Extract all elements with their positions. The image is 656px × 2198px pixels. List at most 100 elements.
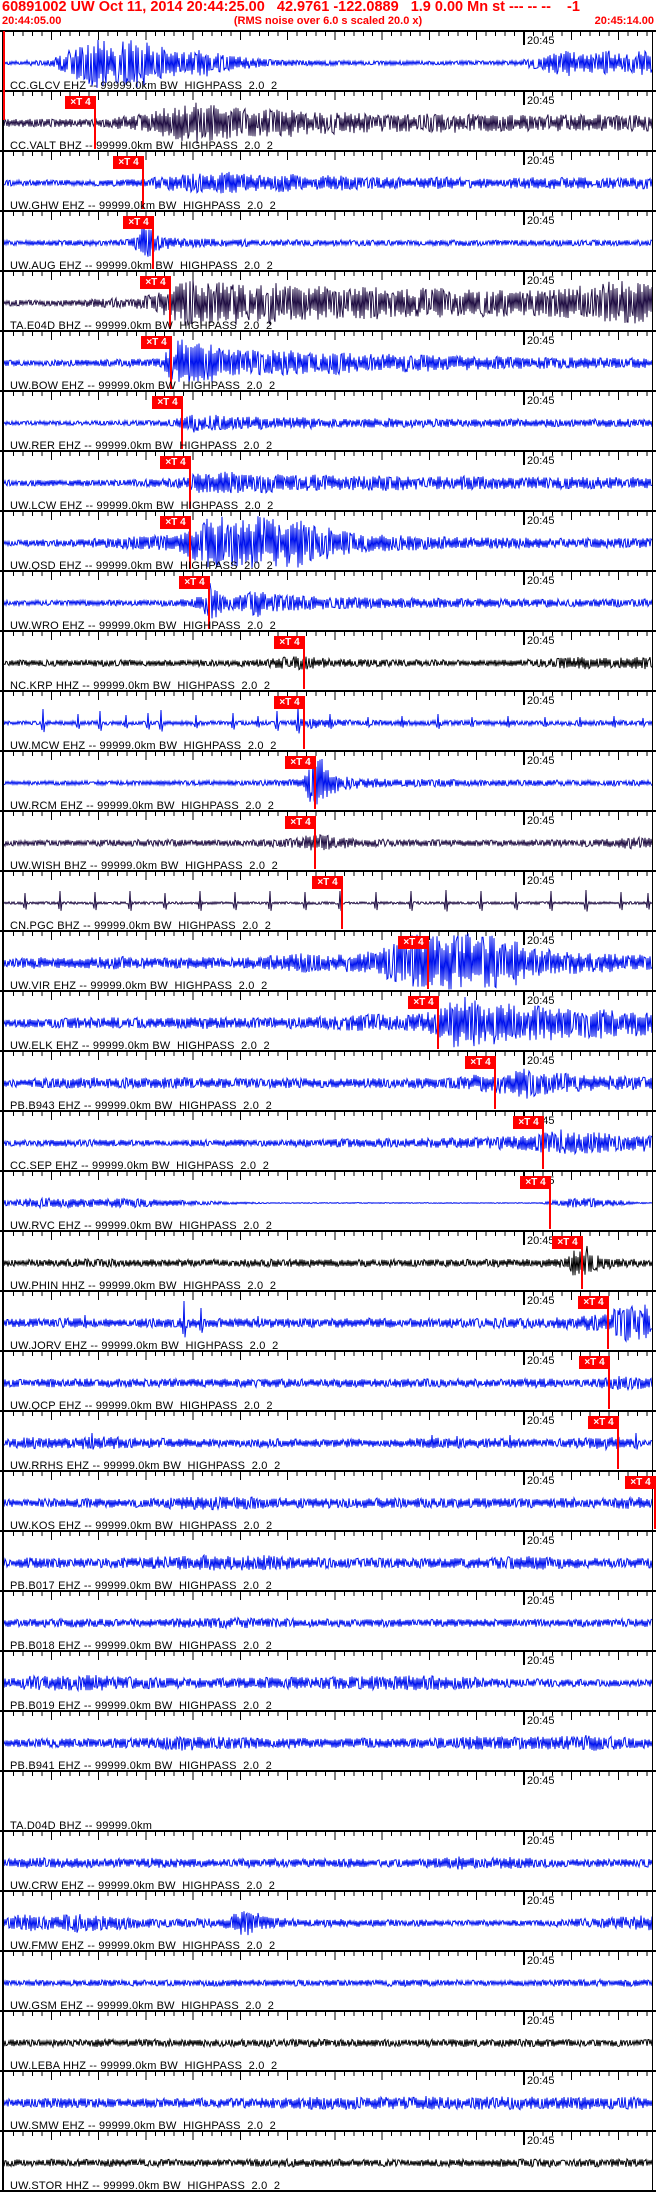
trace-row[interactable]: 20:45 PB.B017 EHZ -- 99999.0km BW HIGHPAS… (0, 1530, 656, 1592)
station-label: UW.STOR HHZ -- 99999.0km BW HIGHPASS 2.0… (10, 2180, 281, 2192)
phase-pick-flag[interactable]: ×T 4 (113, 156, 144, 169)
trace-row[interactable]: 20:45 ×T 4 NC.KRP HHZ -- 99999.0km BW HIGH… (0, 630, 656, 692)
station-label: UW.LCW EHZ -- 99999.0km BW HIGHPASS 2.0 … (10, 500, 274, 512)
trace-row[interactable]: 20:45 ×T 4 UW.WRO EHZ -- 99999.0km BW HIGH… (0, 570, 656, 632)
phase-pick-flag[interactable]: ×T 4 (513, 1116, 544, 1129)
trace-row[interactable]: 20:45 PB.B018 EHZ -- 99999.0km BW HIGHPAS… (0, 1590, 656, 1652)
waveform-line (3, 1735, 653, 1751)
phase-pick-flag[interactable]: ×T 4 (552, 1236, 583, 1249)
trace-row[interactable]: 20:45×T 4UW.RVC EHZ -- 99999.0km BW HIGH… (0, 1170, 656, 1232)
phase-pick-flag[interactable]: ×T 4 (179, 576, 210, 589)
waveform-line (3, 2037, 653, 2049)
phase-pick-flag[interactable]: ×T 4 (625, 1476, 656, 1489)
waveform-line (3, 1196, 653, 1210)
trace-row[interactable]: 20:45 TA.D04D BHZ -- 99999.0km (0, 1770, 656, 1832)
trace-row[interactable]: 20:45 ×T 4 UW.QSD EHZ -- 99999.0km BW HIGH… (0, 510, 656, 572)
trace-row[interactable]: 20:45×T 4CC.SEP EHZ -- 99999.0km BW HIGH… (0, 1110, 656, 1172)
origin-pick-line[interactable] (3, 31, 5, 120)
minute-label: 20:45 (527, 455, 555, 467)
trace-row[interactable]: 20:45 ×T 4 UW.GHW EHZ -- 99999.0km BW HIGH… (0, 150, 656, 212)
trace-row[interactable]: 20:45 ×T 4 UW.ELK EHZ -- 99999.0km BW HIGH… (0, 990, 656, 1052)
station-label: UW.GHW EHZ -- 99999.0km BW HIGHPASS 2.0 … (10, 200, 276, 212)
station-label: UW.FMW EHZ -- 99999.0km BW HIGHPASS 2.0 … (10, 1940, 276, 1952)
minute-label: 20:45 (527, 35, 555, 47)
phase-pick-flag[interactable]: ×T 4 (160, 516, 191, 529)
trace-row[interactable]: 20:45 ×T 4 PB.B943 EHZ -- 99999.0km BW HIG… (0, 1050, 656, 1112)
trace-row[interactable]: 20:45 UW.GSM EHZ -- 99999.0km BW HIGHPASS… (0, 1950, 656, 2012)
phase-pick-flag[interactable]: ×T 4 (152, 396, 183, 409)
station-label: UW.BOW EHZ -- 99999.0km BW HIGHPASS 2.0 … (10, 380, 276, 392)
trace-row[interactable]: 20:45 ×T 4 UW.KOS EHZ -- 99999.0km BW HIGH… (0, 1470, 656, 1532)
minute-label: 20:45 (527, 1355, 555, 1367)
minute-label: 20:45 (527, 815, 555, 827)
minute-label: 20:45 (527, 755, 555, 767)
trace-row[interactable]: 20:45 UW.CRW EHZ -- 99999.0km BW HIGHPASS… (0, 1830, 656, 1892)
trace-row[interactable]: 20:45 ×T 4 UW.WISH BHZ -- 99999.0km BW HIG… (0, 810, 656, 872)
event-header-title: 60891002 UW Oct 11, 2014 20:44:25.00 42.… (2, 0, 580, 15)
phase-pick-flag[interactable]: ×T 4 (123, 216, 154, 229)
trace-row[interactable]: 20:45 UW.LEBA HHZ -- 99999.0km BW HIGHPAS… (0, 2010, 656, 2072)
trace-row[interactable]: 20:45 ×T 4 UW.PHIN HHZ -- 99999.0km BW HIG… (0, 1230, 656, 1292)
trace-row[interactable]: 20:45 ×T 4 UW.QCP EHZ -- 99999.0km BW HIGH… (0, 1350, 656, 1412)
phase-pick-flag[interactable]: ×T 4 (408, 996, 439, 1009)
trace-row[interactable]: 20:45 UW.FMW EHZ -- 99999.0km BW HIGHPASS… (0, 1890, 656, 1952)
station-label: NC.KRP HHZ -- 99999.0km BW HIGHPASS 2.0 … (10, 680, 271, 692)
trace-row[interactable]: 20:45 PB.B019 EHZ -- 99999.0km BW HIGHPAS… (0, 1650, 656, 1712)
trace-row[interactable]: 20:45 ×T 4 UW.AUG EHZ -- 99999.0km BW HIGH… (0, 210, 656, 272)
minute-label: 20:45 (527, 935, 555, 947)
trace-row[interactable]: 20:45 UW.STOR HHZ -- 99999.0km BW HIGHPAS… (0, 2130, 656, 2192)
minute-label: 20:45 (527, 2075, 555, 2087)
phase-pick-flag[interactable]: ×T 4 (588, 1416, 619, 1429)
phase-pick-flag[interactable]: ×T 4 (274, 636, 305, 649)
minute-label: 20:45 (527, 995, 555, 1007)
minute-label: 20:45 (527, 1415, 555, 1427)
window-end-time: 20:45:14.00 (594, 15, 654, 27)
phase-pick-flag[interactable]: ×T 4 (65, 96, 96, 109)
minute-label: 20:45 (527, 2135, 555, 2147)
phase-pick-flag[interactable]: ×T 4 (285, 816, 316, 829)
phase-pick-flag[interactable]: ×T 4 (140, 276, 171, 289)
waveform-line (3, 706, 653, 734)
trace-row[interactable]: 20:45 PB.B941 EHZ -- 99999.0km BW HIGHPAS… (0, 1710, 656, 1772)
station-label: PB.B943 EHZ -- 99999.0km BW HIGHPASS 2.0… (10, 1100, 272, 1112)
waveform-line (3, 1495, 653, 1511)
phase-pick-flag[interactable]: ×T 4 (465, 1056, 496, 1069)
waveform-line (3, 2157, 653, 2169)
minute-label: 20:45 (527, 1295, 555, 1307)
phase-pick-flag[interactable]: ×T 4 (274, 696, 305, 709)
minute-label: 20:45 (527, 875, 555, 887)
trace-row[interactable]: 20:45 CC.GLCV EHZ -- 99999.0km BW HIGHPAS… (0, 30, 656, 92)
phase-pick-flag[interactable]: ×T 4 (520, 1176, 551, 1189)
trace-row[interactable]: 20:45 ×T 4 TA.E04D BHZ -- 99999.0km BW HIG… (0, 270, 656, 332)
phase-pick-flag[interactable]: ×T 4 (285, 756, 316, 769)
phase-pick-flag[interactable]: ×T 4 (578, 1296, 609, 1309)
trace-row[interactable]: 20:45 ×T 4 UW.RRHS EHZ -- 99999.0km BW HIG… (0, 1410, 656, 1472)
waveform-line (3, 889, 653, 912)
minute-label: 20:45 (527, 1655, 555, 1667)
phase-pick-flag[interactable]: ×T 4 (398, 936, 429, 949)
seismogram-plot-area[interactable]: 20:45 CC.GLCV EHZ -- 99999.0km BW HIGHPAS… (0, 30, 656, 2198)
trace-row[interactable]: 20:45 ×T 4 UW.RER EHZ -- 99999.0km BW HIGH… (0, 390, 656, 452)
waveform-line (3, 1553, 653, 1571)
waveform-line (3, 171, 653, 194)
phase-pick-flag[interactable]: ×T 4 (312, 876, 343, 889)
trace-row[interactable]: 20:45 ×T 4 CC.VALT BHZ -- 99999.0km BW HIG… (0, 90, 656, 152)
phase-pick-flag[interactable]: ×T 4 (141, 336, 172, 349)
trace-row[interactable]: 20:45 ×T 4 UW.RCM EHZ -- 99999.0km BW HIGH… (0, 750, 656, 812)
waveform-line (3, 583, 653, 619)
waveform-line (3, 1856, 653, 1870)
waveform-line (3, 223, 653, 257)
plot-border-left (2, 30, 4, 2192)
rms-scale-note: (RMS noise over 6.0 s scaled 20.0 x) (233, 15, 423, 27)
phase-pick-flag[interactable]: ×T 4 (160, 456, 191, 469)
trace-row[interactable]: 20:45 ×T 4 UW.VIR EHZ -- 99999.0km BW HIGH… (0, 930, 656, 992)
trace-row[interactable]: 20:45 ×T 4 UW.MCW EHZ -- 99999.0km BW HIGH… (0, 690, 656, 752)
window-start-time: 20:44:05.00 (2, 15, 62, 27)
trace-row[interactable]: 20:45 ×T 4 UW.LCW EHZ -- 99999.0km BW HIGH… (0, 450, 656, 512)
trace-row[interactable]: 20:45 ×T 4 CN.PGC BHZ -- 99999.0km BW HIGH… (0, 870, 656, 932)
trace-row[interactable]: 20:45 ×T 4 UW.BOW EHZ -- 99999.0km BW HIGH… (0, 330, 656, 392)
trace-row[interactable]: 20:45 ×T 4 UW.JORV EHZ -- 99999.0km BW HIG… (0, 1290, 656, 1352)
waveform-line (3, 339, 653, 383)
trace-row[interactable]: 20:45 UW.SMW EHZ -- 99999.0km BW HIGHPASS… (0, 2070, 656, 2132)
phase-pick-flag[interactable]: ×T 4 (579, 1356, 610, 1369)
